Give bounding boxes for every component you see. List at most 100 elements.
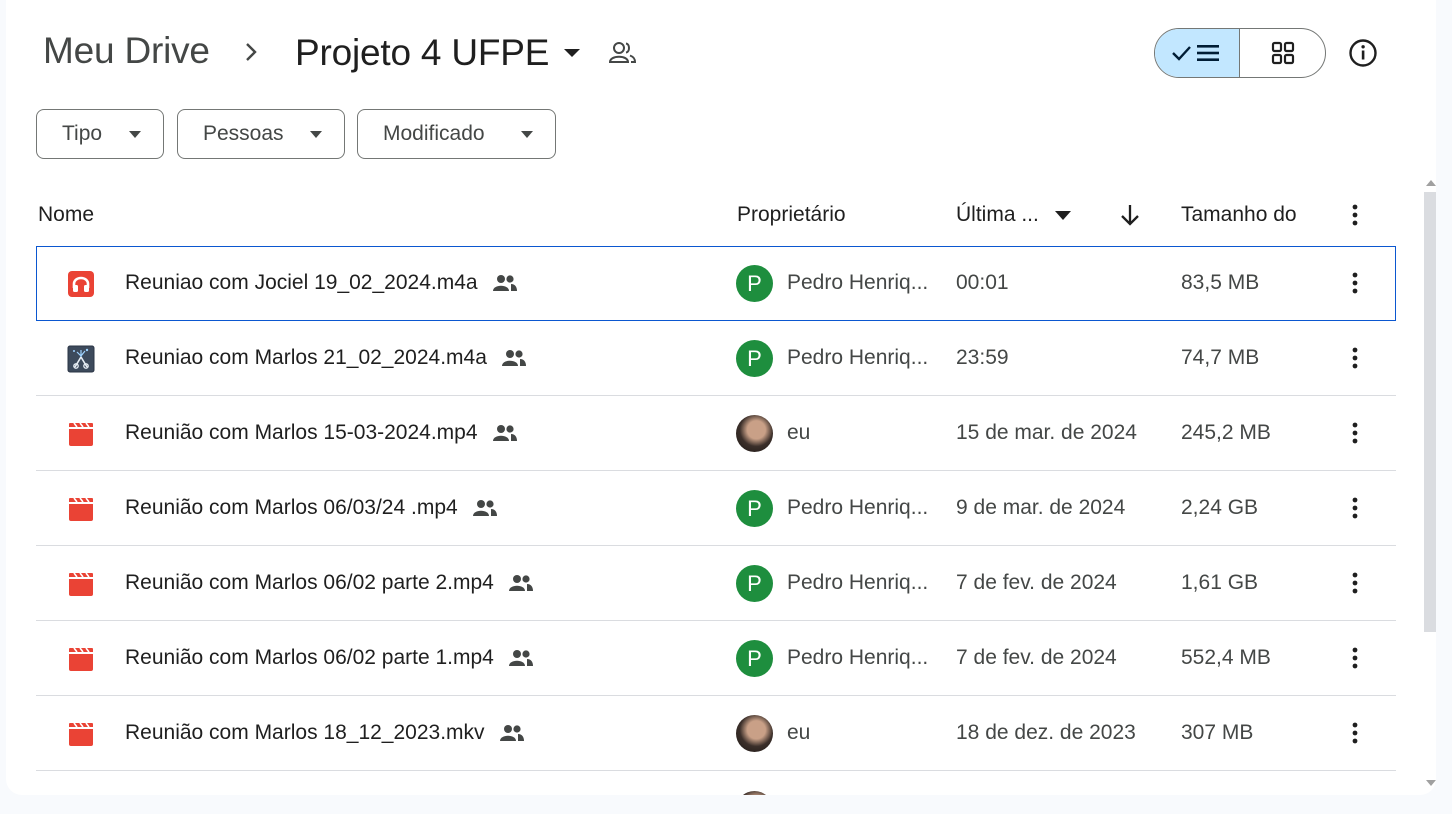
owner-name: eu: [787, 721, 811, 744]
file-size: 1,61 GB: [1181, 571, 1259, 594]
modified-date: 9 de mar. de 2024: [956, 496, 1126, 519]
owner-name: Pedro Henriq...: [787, 346, 929, 369]
file-name: Reunião com Marlos 15-03-2024.mp4: [125, 421, 518, 445]
folder-title: Projeto 4 UFPE: [295, 32, 550, 73]
file-name-text: Reuniao com Jociel 19_02_2024.m4a: [125, 271, 478, 294]
filter-modificado[interactable]: Modificado: [357, 109, 556, 159]
more-vert-icon[interactable]: [1344, 268, 1366, 298]
avatar-photo: [736, 791, 773, 795]
file-name: Reunião com Marlos 06/02 parte 2.mp4: [125, 571, 534, 595]
file-name-text: Reunião com Marlos 06/02 parte 2.mp4: [125, 571, 494, 594]
filter-label: Pessoas: [203, 122, 284, 145]
audio-app-icon: [67, 345, 95, 373]
breadcrumb-current-folder[interactable]: Projeto 4 UFPE: [289, 28, 587, 78]
sort-arrow-down-icon[interactable]: [1118, 202, 1142, 228]
video-icon: [69, 647, 93, 671]
owner-name: eu: [787, 421, 811, 444]
filter-label: Tipo: [62, 122, 103, 145]
file-name-text: Reunião com Marlos 06/03/24 .mp4: [125, 496, 458, 519]
avatar: P: [736, 565, 773, 602]
column-name[interactable]: Nome: [38, 203, 94, 227]
table-row[interactable]: Reuniao com Jociel 19_02_2024.m4a P Pedr…: [36, 246, 1396, 321]
avatar: P: [736, 640, 773, 677]
list-view-icon: [1172, 45, 1219, 61]
caret-down-icon: [564, 49, 581, 57]
shared-icon: [472, 500, 497, 516]
table-header: Nome Proprietário Última ... Tamanho do: [36, 188, 1396, 244]
file-size: 245,2 MB: [1181, 421, 1271, 444]
avatar-photo: [736, 415, 773, 452]
view-toggle: [1154, 28, 1326, 78]
scroll-up-arrow-icon[interactable]: [1425, 178, 1436, 188]
file-size: 2,24 GB: [1181, 496, 1259, 519]
table-row[interactable]: Reunião com Marlos 06/02 parte 2.mp4 P P…: [36, 546, 1396, 621]
column-size[interactable]: Tamanho do: [1181, 203, 1297, 227]
column-modified[interactable]: Última ...: [956, 203, 1071, 227]
more-vert-icon[interactable]: [1344, 418, 1366, 448]
modified-date: 23:59: [956, 346, 1009, 369]
more-vert-icon[interactable]: [1344, 343, 1366, 373]
file-list: Reuniao com Jociel 19_02_2024.m4a P Pedr…: [36, 246, 1396, 795]
file-name-text: Reunião com Marlos 15-03-2024.mp4: [125, 421, 478, 444]
filter-label: Modificado: [383, 122, 485, 145]
file-size: 307 MB: [1181, 721, 1254, 744]
grid-view-button[interactable]: [1240, 29, 1325, 77]
modified-date: 00:01: [956, 271, 1009, 294]
video-icon: [69, 422, 93, 446]
column-owner[interactable]: Proprietário: [737, 203, 846, 227]
grid-view-icon: [1271, 41, 1294, 65]
video-icon: [69, 572, 93, 596]
shared-icon: [492, 275, 517, 291]
column-modified-label: Última ...: [956, 203, 1039, 226]
table-row[interactable]: Reuniao com Marlos 21_02_2024.m4a P Pedr…: [36, 321, 1396, 396]
breadcrumb-root[interactable]: Meu Drive: [37, 30, 216, 72]
caret-down-icon: [1054, 210, 1071, 220]
file-size: 74,7 MB: [1181, 346, 1260, 369]
caret-down-icon: [521, 131, 533, 138]
video-icon: [69, 497, 93, 521]
more-vert-icon[interactable]: [1344, 493, 1366, 523]
file-name: Reuniao com Marlos 21_02_2024.m4a: [125, 346, 527, 370]
info-icon[interactable]: [1346, 36, 1380, 70]
scrollbar-thumb[interactable]: [1424, 192, 1436, 632]
avatar-photo: [736, 715, 773, 752]
file-name: Reuniao com Jociel 19_02_2024.m4a: [125, 271, 518, 295]
list-view-button[interactable]: [1155, 29, 1240, 77]
file-name: Reunião com Marlos 06/03/24 .mp4: [125, 496, 498, 520]
shared-icon: [492, 425, 517, 441]
more-vert-icon[interactable]: [1344, 568, 1366, 598]
table-row[interactable]: [36, 771, 1396, 795]
file-name-text: Reunião com Marlos 18_12_2023.mkv: [125, 721, 485, 744]
caret-down-icon: [310, 131, 322, 138]
avatar: P: [736, 340, 773, 377]
more-vert-icon[interactable]: [1344, 643, 1366, 673]
more-vert-icon[interactable]: [1344, 200, 1366, 230]
shared-icon: [499, 725, 524, 741]
file-size: 83,5 MB: [1181, 271, 1260, 294]
owner-name: Pedro Henriq...: [787, 496, 929, 519]
filter-tipo[interactable]: Tipo: [36, 109, 164, 159]
shared-icon: [508, 575, 533, 591]
file-name-text: Reuniao com Marlos 21_02_2024.m4a: [125, 346, 487, 369]
file-name: Reunião com Marlos 06/02 parte 1.mp4: [125, 646, 534, 670]
table-row[interactable]: Reunião com Marlos 15-03-2024.mp4 eu 15 …: [36, 396, 1396, 471]
table-row[interactable]: Reunião com Marlos 06/03/24 .mp4 P Pedro…: [36, 471, 1396, 546]
file-name: Reunião com Marlos 18_12_2023.mkv: [125, 721, 525, 745]
modified-date: 15 de mar. de 2024: [956, 421, 1137, 444]
shared-icon: [501, 350, 526, 366]
table-row[interactable]: Reunião com Marlos 06/02 parte 1.mp4 P P…: [36, 621, 1396, 696]
owner-name: Pedro Henriq...: [787, 571, 929, 594]
file-name-text: Reunião com Marlos 06/02 parte 1.mp4: [125, 646, 494, 669]
header: Meu Drive Projeto 4 UFPE: [6, 0, 1436, 106]
modified-date: 7 de fev. de 2024: [956, 646, 1117, 669]
owner-name: Pedro Henriq...: [787, 646, 929, 669]
caret-down-icon: [129, 131, 141, 138]
more-vert-icon[interactable]: [1344, 718, 1366, 748]
scroll-down-arrow-icon[interactable]: [1425, 778, 1436, 788]
owner-name: Pedro Henriq...: [787, 271, 929, 294]
filter-pessoas[interactable]: Pessoas: [177, 109, 345, 159]
drive-panel: Meu Drive Projeto 4 UFPE Tipo Pessoas Mo…: [6, 0, 1436, 795]
audio-headphones-icon: [68, 271, 94, 297]
table-row[interactable]: Reunião com Marlos 18_12_2023.mkv eu 18 …: [36, 696, 1396, 771]
chevron-right-icon: [246, 43, 257, 61]
